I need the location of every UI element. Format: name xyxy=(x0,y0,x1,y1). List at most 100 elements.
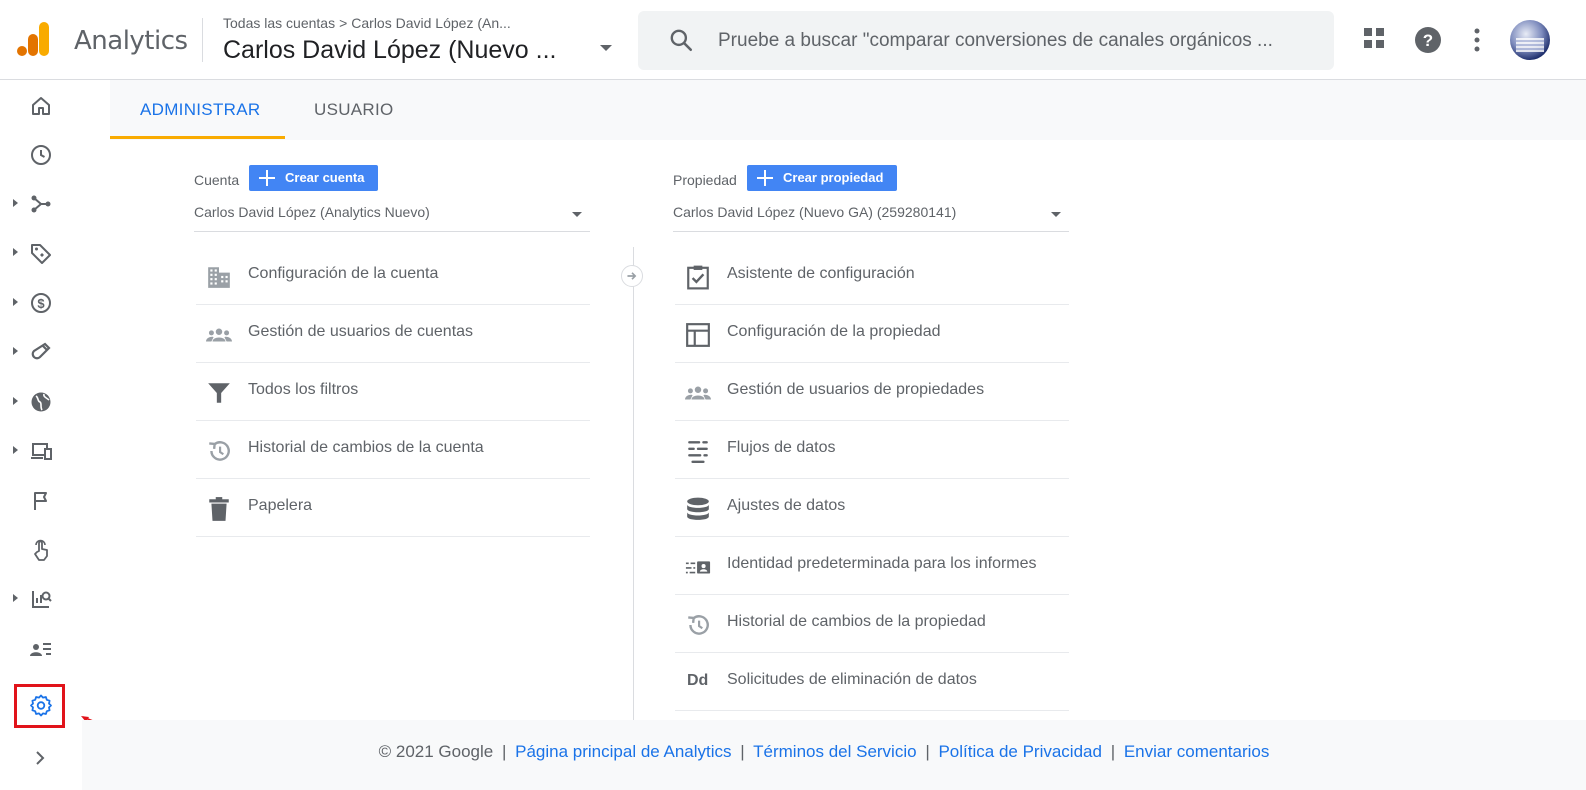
nav-events[interactable] xyxy=(0,481,82,521)
property-users-item[interactable]: Gestión de usuarios de propiedades xyxy=(675,363,1069,421)
search-bar[interactable]: Pruebe a buscar "comparar conversiones d… xyxy=(638,11,1334,70)
layout-icon xyxy=(686,323,710,347)
copyright: © 2021 Google xyxy=(378,742,494,761)
nav-tech[interactable] xyxy=(0,431,82,471)
property-select[interactable]: Carlos David López (Nuevo GA) (259280141… xyxy=(673,204,1069,232)
chevron-down-icon xyxy=(1051,212,1061,217)
nav-monetization[interactable]: $ xyxy=(0,283,82,323)
active-tab-indicator xyxy=(110,136,285,139)
search-input[interactable]: Pruebe a buscar "comparar conversiones d… xyxy=(718,30,1328,52)
people-icon xyxy=(685,386,711,400)
menu-item-label: Asistente de configuración xyxy=(727,265,915,282)
checklist-icon xyxy=(687,265,709,290)
chevron-down-icon xyxy=(572,212,582,217)
menu-item-label: Ajustes de datos xyxy=(727,497,846,514)
admin-highlight-box xyxy=(14,684,65,728)
menu-item-label: Flujos de datos xyxy=(727,439,836,456)
person-list-icon xyxy=(30,643,51,656)
arrow-right-circle-icon xyxy=(621,265,643,287)
nav-retention[interactable] xyxy=(0,332,82,372)
header-divider xyxy=(202,18,203,62)
property-select-value: Carlos David López (Nuevo GA) (259280141… xyxy=(673,204,957,220)
help-icon[interactable]: ? xyxy=(1414,26,1442,54)
create-account-button[interactable]: Crear cuenta xyxy=(249,165,379,191)
property-label: Propiedad xyxy=(673,172,737,188)
account-select-value: Carlos David López (Analytics Nuevo) xyxy=(194,204,430,220)
nav-tags[interactable] xyxy=(0,233,82,273)
more-vert-icon[interactable] xyxy=(1472,26,1482,54)
terms-link[interactable]: Términos del Servicio xyxy=(753,742,916,761)
nav-acquisition[interactable] xyxy=(0,184,82,224)
expand-nav-chevron-icon[interactable] xyxy=(30,748,50,768)
breadcrumb-account[interactable]: Carlos David López (An... xyxy=(351,15,511,31)
footer-separator: | xyxy=(925,742,930,761)
menu-item-label: Papelera xyxy=(248,497,313,514)
streams-icon xyxy=(688,441,708,464)
expand-triangle-icon xyxy=(13,446,18,454)
analytics-home-link[interactable]: Página principal de Analytics xyxy=(515,742,731,761)
plus-icon xyxy=(259,170,275,186)
reporting-identity-item[interactable]: Identidad predeterminada para los inform… xyxy=(675,537,1069,595)
nav-conversions[interactable] xyxy=(0,530,82,570)
expand-triangle-icon xyxy=(13,397,18,405)
nav-demographics[interactable] xyxy=(0,382,82,422)
data-streams-item[interactable]: Flujos de datos xyxy=(675,421,1069,479)
expand-triangle-icon xyxy=(13,199,18,207)
create-property-button[interactable]: Crear propiedad xyxy=(747,165,898,191)
nav-explore[interactable] xyxy=(0,579,82,619)
data-settings-item[interactable]: Ajustes de datos xyxy=(675,479,1069,537)
home-icon xyxy=(32,97,50,115)
menu-item-label: Configuración de la propiedad xyxy=(727,323,941,340)
avatar[interactable] xyxy=(1510,20,1550,60)
filters-item[interactable]: Todos los filtros xyxy=(196,363,590,421)
account-select[interactable]: Carlos David López (Analytics Nuevo) xyxy=(194,204,590,232)
analysis-icon xyxy=(32,591,52,608)
expand-triangle-icon xyxy=(13,298,18,306)
footer-separator: | xyxy=(1110,742,1116,761)
top-app-bar: Analytics Todas las cuentas > Carlos David… xyxy=(0,0,1586,80)
account-users-item[interactable]: Gestión de usuarios de cuentas xyxy=(196,305,590,363)
footer-links: © 2021 Google | Página principal de Anal… xyxy=(82,742,1566,762)
nav-realtime[interactable] xyxy=(0,135,82,175)
account-history-item[interactable]: Historial de cambios de la cuenta xyxy=(196,421,590,479)
account-settings-item[interactable]: Configuración de la cuenta xyxy=(196,247,590,305)
trash-icon xyxy=(209,497,229,521)
footer: © 2021 Google | Página principal de Anal… xyxy=(82,720,1586,790)
property-history-item[interactable]: Historial de cambios de la propiedad xyxy=(675,595,1069,653)
apps-grid-icon[interactable] xyxy=(1362,26,1386,50)
tab-admin[interactable]: ADMINISTRAR xyxy=(140,100,260,120)
nav-home[interactable] xyxy=(0,86,82,126)
setup-assistant-item[interactable]: Asistente de configuración xyxy=(675,247,1069,305)
building-icon xyxy=(208,267,230,288)
tab-user[interactable]: USUARIO xyxy=(314,100,394,120)
devices-icon xyxy=(31,443,52,460)
clock-icon xyxy=(31,145,51,165)
people-icon xyxy=(206,328,232,342)
app-name: Analytics xyxy=(74,26,188,56)
analytics-logo-icon[interactable] xyxy=(16,20,52,58)
chevron-down-icon[interactable] xyxy=(600,45,612,51)
filter-icon xyxy=(208,383,230,403)
menu-item-label: Configuración de la cuenta xyxy=(248,265,439,282)
privacy-link[interactable]: Política de Privacidad xyxy=(938,742,1101,761)
plus-icon xyxy=(757,170,773,186)
trash-item[interactable]: Papelera xyxy=(196,479,590,537)
globe-icon xyxy=(31,392,51,412)
menu-item-label: Historial de cambios de la propiedad xyxy=(727,613,986,630)
breadcrumb-root[interactable]: Todas las cuentas xyxy=(223,15,335,31)
column-divider xyxy=(633,247,634,720)
feedback-link[interactable]: Enviar comentarios xyxy=(1124,742,1270,761)
account-picker-title[interactable]: Carlos David López (Nuevo ... xyxy=(223,36,556,65)
footer-separator: | xyxy=(501,742,507,761)
nav-configure[interactable] xyxy=(0,629,82,669)
footer-separator: | xyxy=(740,742,745,761)
breadcrumb[interactable]: Todas las cuentas > Carlos David López (An… xyxy=(223,15,511,31)
menu-item-label: Todos los filtros xyxy=(248,381,359,398)
magnet-icon xyxy=(31,342,51,360)
property-settings-item[interactable]: Configuración de la propiedad xyxy=(675,305,1069,363)
expand-triangle-icon xyxy=(13,347,18,355)
data-deletion-item[interactable]: Dd Solicitudes de eliminación de datos xyxy=(675,653,1069,711)
menu-item-label: Solicitudes de eliminación de datos xyxy=(727,671,977,688)
svg-text:?: ? xyxy=(1423,31,1433,50)
dollar-icon: $ xyxy=(31,293,51,313)
